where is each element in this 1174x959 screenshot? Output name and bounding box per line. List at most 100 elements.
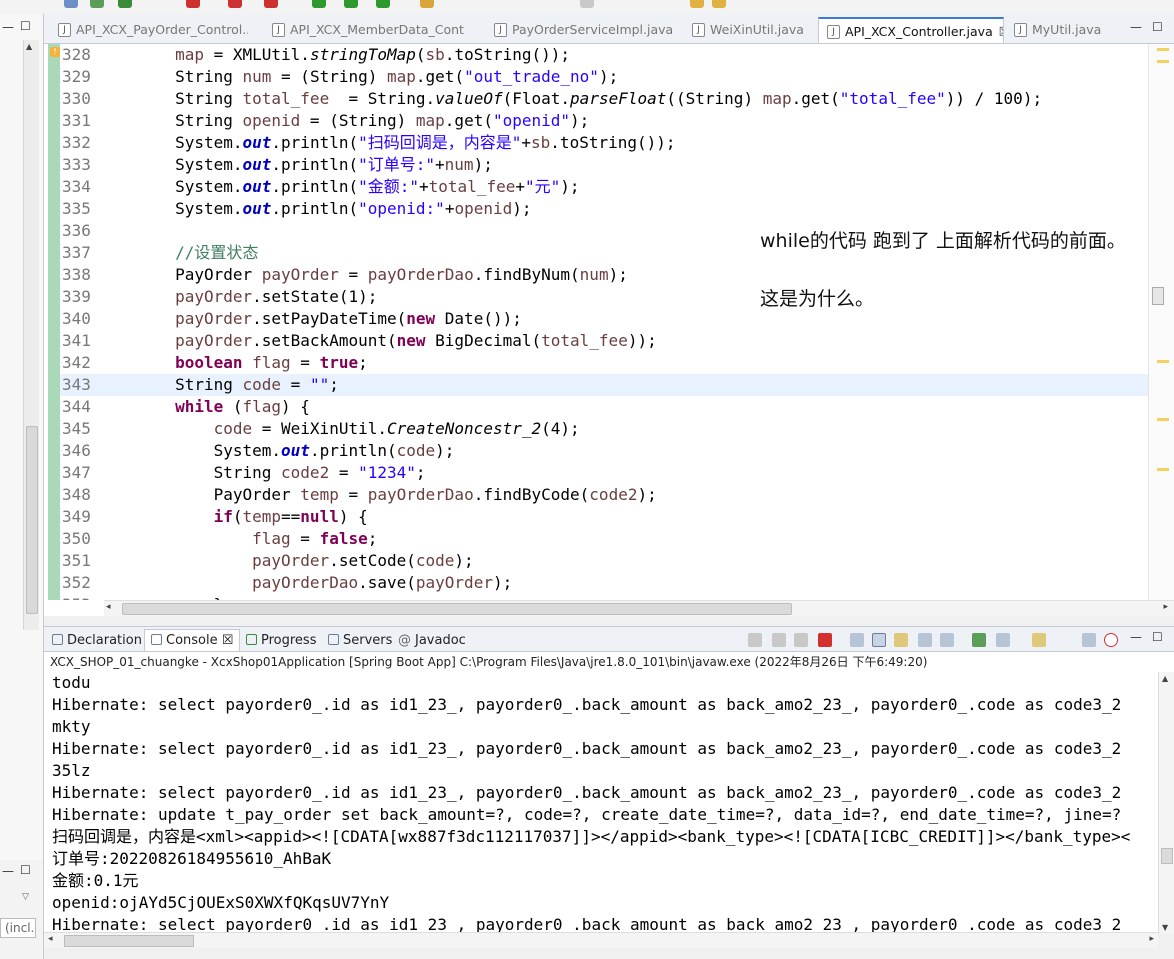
maximize-icon[interactable]: ☐: [20, 19, 31, 33]
tab-declaration[interactable]: Declaration: [52, 630, 142, 652]
code-line[interactable]: 330 String total_fee = String.valueOf(Fl…: [60, 88, 1148, 110]
console-tool-icon[interactable]: [748, 633, 762, 647]
minimize-icon[interactable]: —: [1130, 630, 1142, 644]
code-text[interactable]: String code2 = "1234";: [98, 463, 426, 482]
toolbar-icon[interactable]: [420, 0, 434, 8]
scroll-up-icon[interactable]: ▲: [26, 42, 32, 51]
code-text[interactable]: System.out.println("金额:"+total_fee+"元");: [98, 177, 579, 196]
spring-icon[interactable]: [1104, 633, 1118, 647]
code-line[interactable]: 345 code = WeiXinUtil.CreateNoncestr_2(4…: [60, 418, 1148, 440]
overview-marker[interactable]: [1157, 60, 1169, 63]
scroll-left-icon[interactable]: ◂: [48, 934, 53, 944]
code-line[interactable]: 331 String openid = (String) map.get("op…: [60, 110, 1148, 132]
code-editor[interactable]: ! 328 map = XMLUtil.stringToMap(sb.toStr…: [44, 44, 1174, 616]
editor-tab[interactable]: J PayOrderServiceImpl.java: [486, 17, 676, 43]
code-text[interactable]: map = XMLUtil.stringToMap(sb.toString())…: [98, 45, 570, 64]
toolbar-icon[interactable]: [580, 0, 594, 8]
new-console-icon[interactable]: [996, 633, 1010, 647]
code-text[interactable]: //设置状态: [98, 243, 258, 262]
code-line[interactable]: 332 System.out.println("扫码回调是，内容是"+sb.to…: [60, 132, 1148, 154]
editor-tab[interactable]: J API_XCX_PayOrder_Control...: [50, 17, 248, 43]
scrollbar-thumb[interactable]: [26, 426, 38, 614]
maximize-icon[interactable]: ☐: [1152, 20, 1163, 34]
overview-marker[interactable]: [1157, 360, 1169, 363]
toolbar-icon[interactable]: [712, 0, 726, 8]
filter-input[interactable]: (incl.: [0, 918, 36, 938]
toolbar-icon[interactable]: [264, 0, 278, 8]
scrollbar-thumb[interactable]: [64, 935, 194, 947]
code-text[interactable]: System.out.println(code);: [98, 441, 455, 460]
code-line[interactable]: 343 String code = "";: [60, 374, 1148, 396]
overview-marker[interactable]: [1157, 48, 1169, 51]
word-wrap-icon[interactable]: [894, 633, 908, 647]
code-line[interactable]: 351 payOrder.setCode(code);: [60, 550, 1148, 572]
terminate-icon[interactable]: [818, 633, 832, 647]
code-line[interactable]: 346 System.out.println(code);: [60, 440, 1148, 462]
tab-console[interactable]: Console ☒: [144, 629, 241, 651]
editor-tab[interactable]: J MyUtil.java: [1006, 17, 1116, 43]
code-text[interactable]: payOrderDao.save(payOrder);: [98, 573, 512, 592]
minimize-icon[interactable]: —: [2, 20, 14, 34]
code-line[interactable]: 342 boolean flag = true;: [60, 352, 1148, 374]
code-text[interactable]: String total_fee = String.valueOf(Float.…: [98, 89, 1042, 108]
code-text[interactable]: flag = false;: [98, 529, 377, 548]
overview-marker[interactable]: [1157, 418, 1169, 421]
maximize-icon[interactable]: ☐: [20, 863, 31, 877]
code-text[interactable]: payOrder.setPayDateTime(new Date());: [98, 309, 522, 328]
code-text[interactable]: System.out.println("订单号:"+num);: [98, 155, 493, 174]
code-text[interactable]: PayOrder payOrder = payOrderDao.findByNu…: [98, 265, 628, 284]
run-icon[interactable]: [312, 0, 326, 8]
tab-servers[interactable]: Servers: [328, 630, 392, 652]
code-text[interactable]: if(temp==null) {: [98, 507, 368, 526]
code-lines[interactable]: 328 map = XMLUtil.stringToMap(sb.toStrin…: [60, 44, 1148, 600]
console-vertical-scrollbar[interactable]: ▲ ▼: [1158, 672, 1174, 934]
code-line[interactable]: 348 PayOrder temp = payOrderDao.findByCo…: [60, 484, 1148, 506]
code-line[interactable]: 347 String code2 = "1234";: [60, 462, 1148, 484]
scroll-right-icon[interactable]: ▸: [1149, 934, 1154, 944]
console-output[interactable]: todu Hibernate: select payorder0_.id as i…: [44, 672, 1158, 932]
scroll-down-icon[interactable]: ▼: [1162, 923, 1168, 932]
toolbar-icon[interactable]: [90, 0, 104, 8]
scroll-right-icon[interactable]: ▸: [1163, 602, 1168, 612]
code-line[interactable]: 349 if(temp==null) {: [60, 506, 1148, 528]
scroll-up-icon[interactable]: ▲: [1162, 674, 1168, 683]
code-line[interactable]: 338 PayOrder payOrder = payOrderDao.find…: [60, 264, 1148, 286]
toolbar-icon[interactable]: [376, 0, 390, 8]
remove-launch-icon[interactable]: [772, 633, 786, 647]
code-line[interactable]: 352 payOrderDao.save(payOrder);: [60, 572, 1148, 594]
package-explorer-scrollbar[interactable]: ▲: [23, 40, 39, 630]
editor-tab-active[interactable]: JAPI_XCX_Controller.java☒: [818, 17, 1004, 43]
code-line[interactable]: 329 String num = (String) map.get("out_t…: [60, 66, 1148, 88]
scroll-lock-icon[interactable]: [872, 633, 886, 647]
code-text[interactable]: while (flag) {: [98, 397, 310, 416]
overview-ruler[interactable]: [1148, 44, 1174, 600]
code-text[interactable]: String code = "";: [98, 375, 339, 394]
editor-horizontal-scrollbar[interactable]: ◂ ▸: [104, 600, 1174, 616]
code-line[interactable]: 344 while (flag) {: [60, 396, 1148, 418]
display-console-icon[interactable]: [972, 633, 986, 647]
code-text[interactable]: System.out.println("openid:"+openid);: [98, 199, 531, 218]
clear-console-icon[interactable]: [850, 633, 864, 647]
scrollbar-thumb[interactable]: [1161, 848, 1173, 864]
editor-tab[interactable]: J WeiXinUtil.java: [684, 17, 814, 43]
open-console-icon[interactable]: [1032, 633, 1046, 647]
scrollbar-thumb[interactable]: [122, 603, 792, 615]
toolbar-icon[interactable]: [186, 0, 200, 8]
debug-icon[interactable]: [344, 0, 358, 8]
toolbar-icon[interactable]: [64, 0, 78, 8]
code-line[interactable]: 334 System.out.println("金额:"+total_fee+"…: [60, 176, 1148, 198]
code-line[interactable]: 340 payOrder.setPayDateTime(new Date());: [60, 308, 1148, 330]
code-text[interactable]: PayOrder temp = payOrderDao.findByCode(c…: [98, 485, 657, 504]
close-tab-icon[interactable]: ☒: [999, 19, 1003, 43]
minimize-icon[interactable]: —: [2, 864, 14, 878]
toolbar-icon[interactable]: [690, 0, 704, 8]
scroll-left-icon[interactable]: ◂: [106, 602, 111, 612]
view-menu-icon[interactable]: [1082, 633, 1096, 647]
overview-marker[interactable]: [1157, 468, 1169, 471]
console-horizontal-scrollbar[interactable]: ◂ ▸: [44, 932, 1158, 948]
code-text[interactable]: String openid = (String) map.get("openid…: [98, 111, 589, 130]
code-text[interactable]: payOrder.setCode(code);: [98, 551, 474, 570]
code-line[interactable]: 328 map = XMLUtil.stringToMap(sb.toStrin…: [60, 44, 1148, 66]
toolbar-icon[interactable]: [228, 0, 242, 8]
show-console-icon[interactable]: [918, 633, 932, 647]
